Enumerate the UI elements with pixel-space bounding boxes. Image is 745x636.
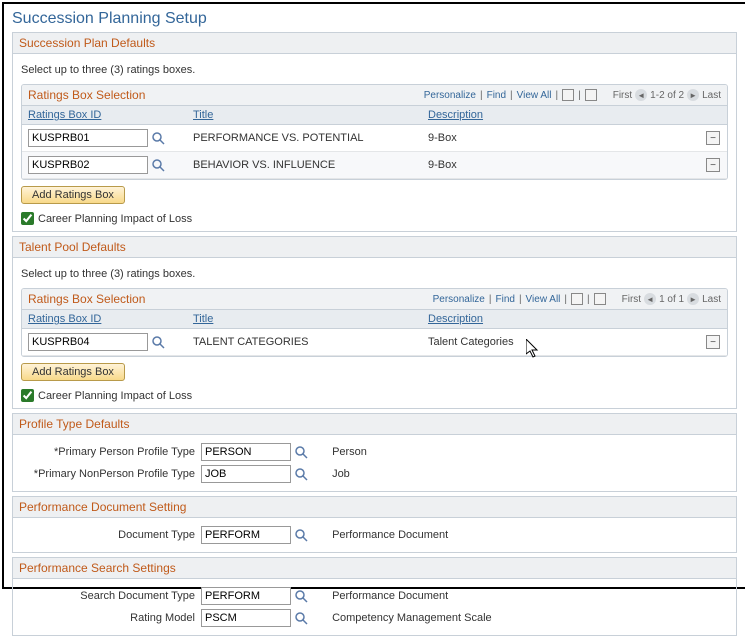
document-type-input[interactable] — [201, 526, 291, 544]
separator: | — [578, 90, 581, 101]
primary-nonperson-profile-label: *Primary NonPerson Profile Type — [21, 468, 201, 480]
impact-of-loss-label: Career Planning Impact of Loss — [38, 213, 192, 225]
row-desc: 9-Box — [422, 130, 699, 146]
col-header-desc[interactable]: Description — [422, 310, 699, 328]
separator: | — [489, 294, 492, 305]
view-all-link[interactable]: View All — [517, 90, 552, 101]
prev-icon[interactable]: ◄ — [644, 293, 656, 305]
separator: | — [587, 294, 590, 305]
primary-person-profile-input[interactable] — [201, 443, 291, 461]
ratings-box-id-input[interactable] — [28, 156, 148, 174]
table-row: BEHAVIOR VS. INFLUENCE 9-Box − — [22, 152, 727, 179]
zoom-icon[interactable] — [562, 89, 574, 101]
instruction-succ: Select up to three (3) ratings boxes. — [21, 64, 728, 76]
separator: | — [480, 90, 483, 101]
lookup-icon[interactable] — [151, 335, 165, 349]
col-header-title[interactable]: Title — [187, 310, 422, 328]
row-desc: Talent Categories — [422, 334, 699, 350]
personalize-link[interactable]: Personalize — [433, 294, 485, 305]
impact-of-loss-checkbox[interactable] — [21, 389, 34, 402]
document-type-label: Document Type — [21, 529, 201, 541]
nav-pos: 1-2 of 2 — [650, 90, 684, 101]
rating-model-desc: Competency Management Scale — [308, 612, 492, 624]
section-header-profile: Profile Type Defaults — [12, 413, 737, 435]
first-label[interactable]: First — [622, 294, 641, 305]
find-link[interactable]: Find — [495, 294, 514, 305]
primary-person-profile-desc: Person — [308, 446, 367, 458]
delete-row-button[interactable]: − — [706, 335, 720, 349]
section-header-perf-doc: Performance Document Setting — [12, 496, 737, 518]
section-succession-plan-defaults: Succession Plan Defaults Select up to th… — [12, 32, 737, 232]
find-link[interactable]: Find — [487, 90, 506, 101]
impact-of-loss-label: Career Planning Impact of Loss — [38, 390, 192, 402]
add-ratings-box-button[interactable]: Add Ratings Box — [21, 186, 125, 204]
lookup-icon[interactable] — [294, 467, 308, 481]
separator: | — [510, 90, 513, 101]
lookup-icon[interactable] — [294, 445, 308, 459]
section-header-perf-search: Performance Search Settings — [12, 557, 737, 579]
section-profile-type-defaults: Profile Type Defaults *Primary Person Pr… — [12, 413, 737, 492]
col-header-id[interactable]: Ratings Box ID — [22, 106, 187, 124]
instruction-talent: Select up to three (3) ratings boxes. — [21, 268, 728, 280]
row-desc: 9-Box — [422, 157, 699, 173]
search-document-type-label: Search Document Type — [21, 590, 201, 602]
separator: | — [519, 294, 522, 305]
search-document-type-desc: Performance Document — [308, 590, 448, 602]
row-title: TALENT CATEGORIES — [187, 334, 422, 350]
section-header-succ: Succession Plan Defaults — [12, 32, 737, 54]
table-row: PERFORMANCE VS. POTENTIAL 9-Box − — [22, 125, 727, 152]
row-title: PERFORMANCE VS. POTENTIAL — [187, 130, 422, 146]
row-title: BEHAVIOR VS. INFLUENCE — [187, 157, 422, 173]
rating-model-label: Rating Model — [21, 612, 201, 624]
grid-title-succ: Ratings Box Selection — [28, 88, 424, 102]
grid-ratings-succ: Ratings Box Selection Personalize | Find… — [21, 84, 728, 180]
separator: | — [564, 294, 567, 305]
lookup-icon[interactable] — [151, 131, 165, 145]
primary-nonperson-profile-input[interactable] — [201, 465, 291, 483]
section-performance-document: Performance Document Setting Document Ty… — [12, 496, 737, 553]
personalize-link[interactable]: Personalize — [424, 90, 476, 101]
section-talent-pool-defaults: Talent Pool Defaults Select up to three … — [12, 236, 737, 409]
col-header-id[interactable]: Ratings Box ID — [22, 310, 187, 328]
lookup-icon[interactable] — [294, 611, 308, 625]
next-icon[interactable]: ► — [687, 89, 699, 101]
separator: | — [556, 90, 559, 101]
lookup-icon[interactable] — [151, 158, 165, 172]
zoom-icon[interactable] — [571, 293, 583, 305]
table-row: TALENT CATEGORIES Talent Categories − — [22, 329, 727, 356]
document-type-desc: Performance Document — [308, 529, 448, 541]
ratings-box-id-input[interactable] — [28, 129, 148, 147]
primary-nonperson-profile-desc: Job — [308, 468, 350, 480]
download-icon[interactable] — [594, 293, 606, 305]
last-label[interactable]: Last — [702, 90, 721, 101]
search-document-type-input[interactable] — [201, 587, 291, 605]
page-title: Succession Planning Setup — [12, 10, 737, 28]
rating-model-input[interactable] — [201, 609, 291, 627]
lookup-icon[interactable] — [294, 589, 308, 603]
grid-ratings-talent: Ratings Box Selection Personalize | Find… — [21, 288, 728, 357]
nav-pos: 1 of 1 — [659, 294, 684, 305]
col-header-title[interactable]: Title — [187, 106, 422, 124]
next-icon[interactable]: ► — [687, 293, 699, 305]
grid-title-talent: Ratings Box Selection — [28, 292, 433, 306]
last-label[interactable]: Last — [702, 294, 721, 305]
lookup-icon[interactable] — [294, 528, 308, 542]
primary-person-profile-label: *Primary Person Profile Type — [21, 446, 201, 458]
first-label[interactable]: First — [613, 90, 632, 101]
prev-icon[interactable]: ◄ — [635, 89, 647, 101]
add-ratings-box-button[interactable]: Add Ratings Box — [21, 363, 125, 381]
ratings-box-id-input[interactable] — [28, 333, 148, 351]
download-icon[interactable] — [585, 89, 597, 101]
delete-row-button[interactable]: − — [706, 158, 720, 172]
impact-of-loss-checkbox[interactable] — [21, 212, 34, 225]
section-performance-search: Performance Search Settings Search Docum… — [12, 557, 737, 636]
view-all-link[interactable]: View All — [526, 294, 561, 305]
col-header-desc[interactable]: Description — [422, 106, 699, 124]
section-header-talent: Talent Pool Defaults — [12, 236, 737, 258]
delete-row-button[interactable]: − — [706, 131, 720, 145]
